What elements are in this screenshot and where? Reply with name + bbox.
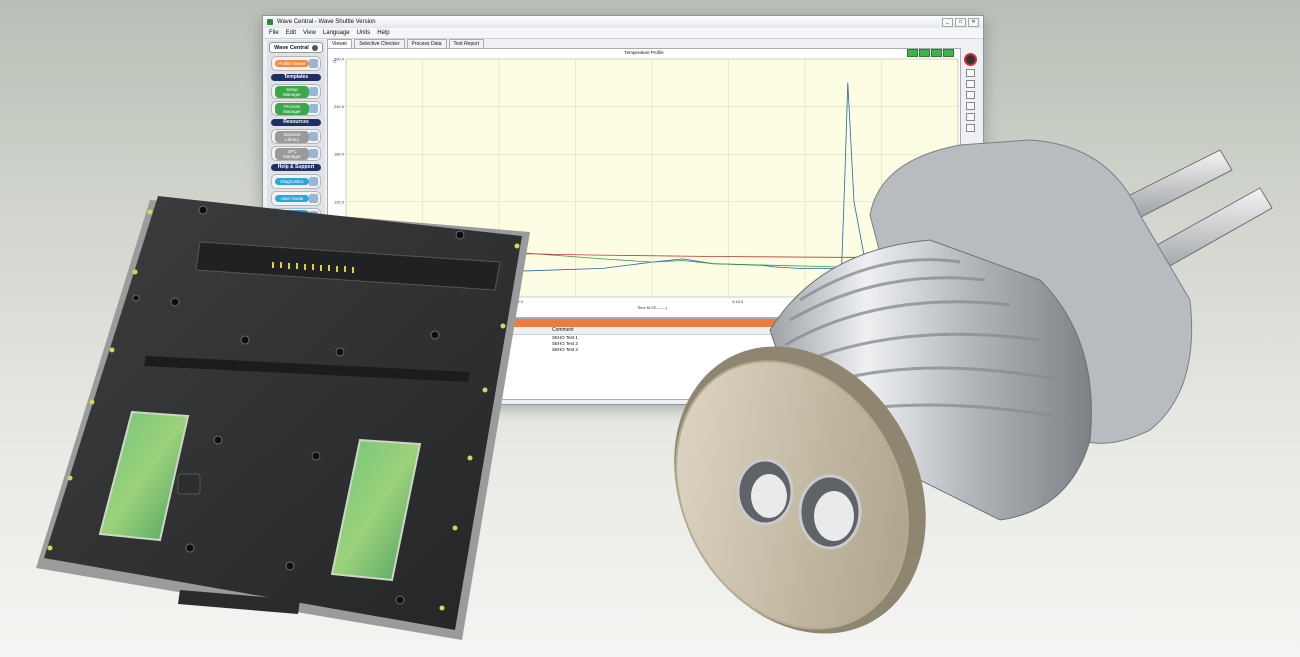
product-illustrations bbox=[36, 139, 1273, 640]
fixture-plate bbox=[36, 196, 530, 640]
nozzle-part bbox=[674, 139, 1273, 634]
